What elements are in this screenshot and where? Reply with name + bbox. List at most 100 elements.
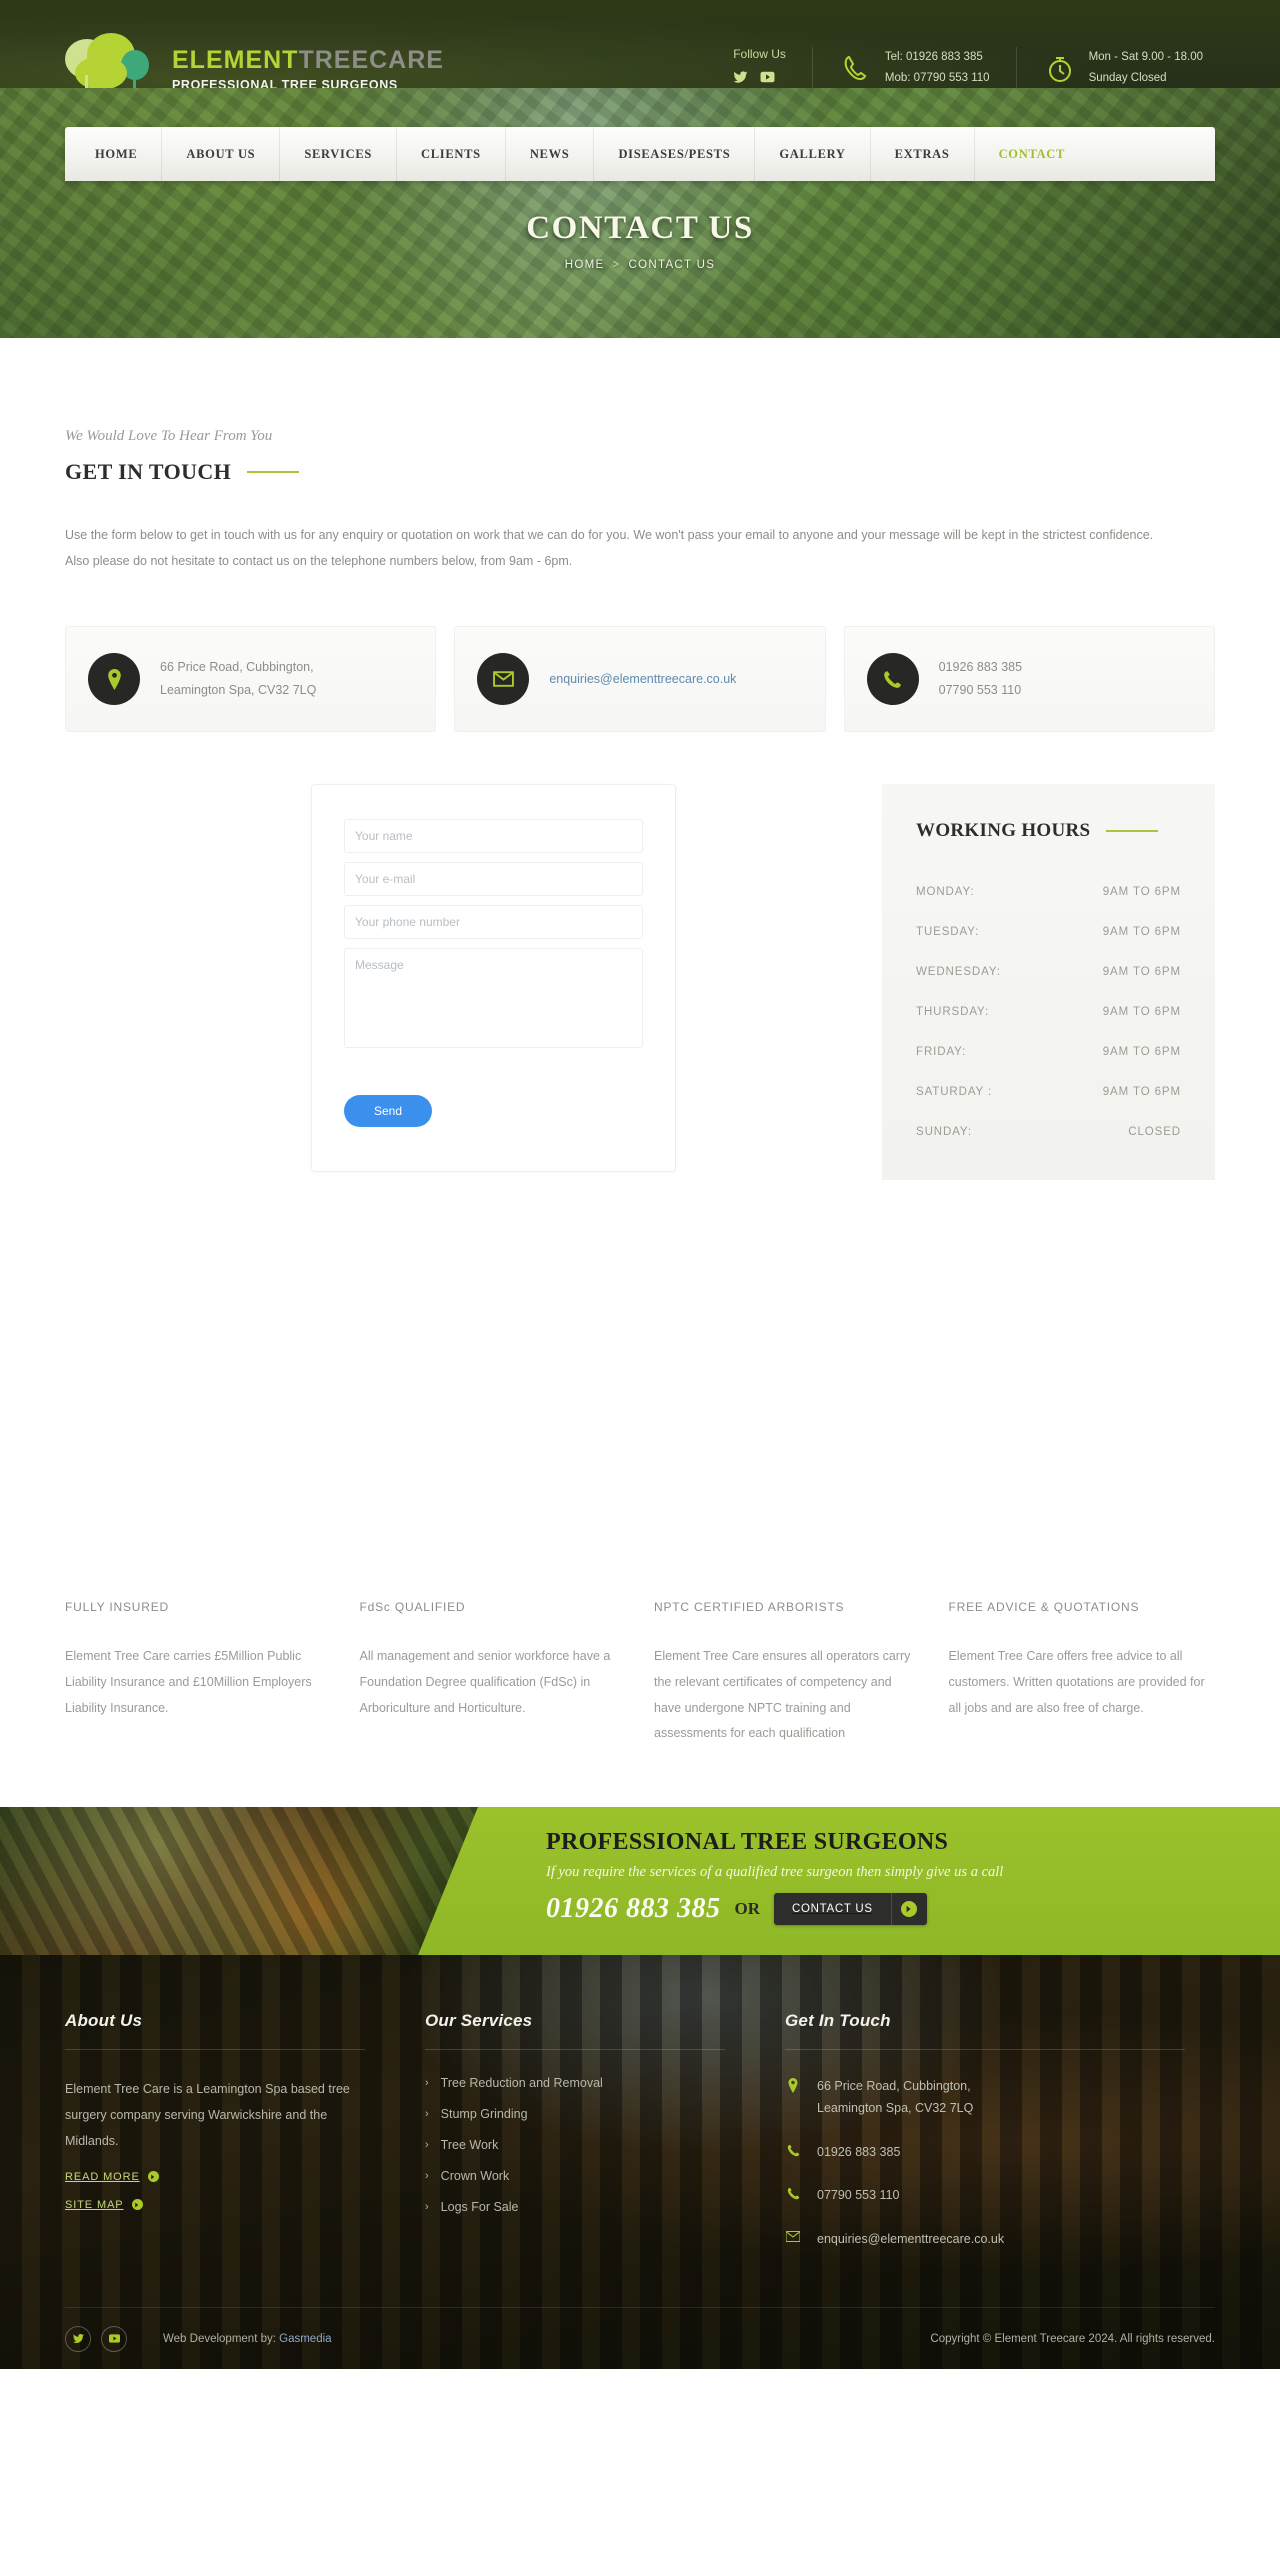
feature-3: NPTC CERTIFIED ARBORISTS Element Tree Car…	[654, 1600, 921, 1747]
header-hours-weekday: Mon - Sat 9.00 - 18.00	[1088, 51, 1203, 64]
contact-info-box-1: 66 Price Road, Cubbington, Leamington Spa…	[65, 626, 437, 733]
feature-body: Element Tree Care offers free advice to …	[948, 1649, 1205, 1715]
message-input[interactable]	[344, 948, 644, 1049]
info-line-1: 01926 883 385	[938, 660, 1023, 675]
footer-services-title: Our Services	[425, 2010, 533, 2030]
breadcrumb-separator: >	[612, 259, 621, 271]
footer-phone-2[interactable]: 07790 553 110	[785, 2185, 1185, 2207]
page-title: CONTACT US	[526, 210, 754, 246]
working-hours-day: SUNDAY:	[916, 1126, 972, 1139]
form-and-hours: Send WORKING HOURS MONDAY:9AM TO 6PMTUES…	[65, 784, 1215, 1181]
footer-services-column: Our Services › Tree Reduction and Removal…	[425, 2011, 725, 2273]
working-hours-day: WEDNESDAY:	[916, 966, 1001, 979]
footer-bottom-bar: Web Development by: Gasmedia Copyright ©…	[65, 2307, 1215, 2369]
arrow-right-icon	[131, 2199, 143, 2210]
working-hours-rule	[1106, 830, 1159, 833]
clock-icon	[1043, 51, 1077, 85]
working-hours-title: WORKING HOURS	[916, 820, 1091, 842]
footer-service-item[interactable]: › Logs For Sale	[425, 2200, 725, 2214]
footer-service-label: Tree Work	[440, 2137, 499, 2152]
footer-email[interactable]: enquiries@elementtreecare.co.uk	[785, 2229, 1185, 2251]
working-hours-time: 9AM TO 6PM	[1102, 1046, 1181, 1059]
nav-item-diseases-pests[interactable]: DISEASES/PESTS	[594, 127, 756, 181]
header-mob: Mob: 07790 553 110	[884, 71, 990, 84]
phone-icon	[866, 653, 919, 706]
header-hours-sunday: Sunday Closed	[1088, 71, 1167, 84]
twitter-icon[interactable]	[733, 70, 748, 89]
footer-service-item[interactable]: › Stump Grinding	[425, 2107, 725, 2121]
section-heading: GET IN TOUCH	[65, 459, 232, 484]
cta-contact-button[interactable]: CONTACT US	[774, 1892, 927, 1925]
site-map-link[interactable]: SITE MAP	[65, 2199, 365, 2211]
send-button[interactable]: Send	[344, 1095, 433, 1128]
footer-service-item[interactable]: › Crown Work	[425, 2169, 725, 2183]
footer-service-item[interactable]: › Tree Reduction and Removal	[425, 2076, 725, 2090]
feature-title: FdSc QUALIFIED	[359, 1600, 466, 1615]
nav-item-about-us[interactable]: ABOUT US	[162, 127, 281, 181]
footer-service-label: Stump Grinding	[440, 2106, 528, 2121]
breadcrumb: HOME > CONTACT US	[0, 259, 1280, 271]
main-content: We Would Love To Hear From You GET IN TO…	[0, 338, 1280, 1807]
working-hours-time: 9AM TO 6PM	[1102, 966, 1181, 979]
follow-us-label: Follow Us	[733, 46, 786, 61]
web-development-credit: Web Development by: Gasmedia	[163, 2333, 332, 2345]
phone-input[interactable]	[344, 905, 644, 940]
map-pin-icon	[88, 653, 140, 706]
feature-4: FREE ADVICE & QUOTATIONS Element Tree Car…	[949, 1600, 1216, 1747]
footer-service-label: Crown Work	[440, 2168, 510, 2183]
chevron-right-icon: ›	[425, 2169, 429, 2182]
chevron-right-icon: ›	[425, 2138, 429, 2151]
follow-us-block: Follow Us	[707, 47, 812, 89]
footer-phone-1[interactable]: 01926 883 385	[785, 2142, 1185, 2164]
nav-item-news[interactable]: NEWS	[506, 127, 595, 181]
nav-item-contact[interactable]: CONTACT	[975, 127, 1089, 181]
footer-service-item[interactable]: › Tree Work	[425, 2138, 725, 2152]
feature-body: Element Tree Care carries £5Million Publ…	[65, 1649, 312, 1715]
feature-body: Element Tree Care ensures all operators …	[654, 1649, 911, 1741]
nav-item-services[interactable]: SERVICES	[280, 127, 398, 181]
main-navigation[interactable]: HOME ABOUT US SERVICES CLIENTS NEWS DISEASES/…	[65, 127, 1215, 181]
nav-item-extras[interactable]: EXTRAS	[871, 127, 975, 181]
intro-paragraph: Use the form below to get in touch with …	[65, 528, 1154, 568]
email-link[interactable]: enquiries@elementtreecare.co.uk	[549, 672, 736, 686]
cta-or-label: OR	[734, 1898, 761, 1918]
twitter-icon[interactable]	[65, 2325, 91, 2352]
youtube-icon[interactable]	[760, 70, 775, 89]
footer-phone-1-value: 01926 883 385	[817, 2144, 901, 2159]
envelope-icon	[477, 653, 530, 706]
info-line-2: 07790 553 110	[938, 683, 1022, 698]
breadcrumb-home[interactable]: HOME	[565, 259, 605, 271]
logo-brand-first: ELEMENT	[172, 45, 299, 74]
email-input[interactable]	[344, 862, 644, 897]
contact-info-text: 01926 883 385 07790 553 110	[939, 656, 1022, 702]
web-development-name[interactable]: Gasmedia	[279, 2333, 331, 2345]
read-more-link[interactable]: READ MORE	[65, 2171, 365, 2183]
footer-address-line2: Leamington Spa, CV32 7LQ	[817, 2100, 974, 2115]
working-hours-row: WEDNESDAY: 9AM TO 6PM	[916, 966, 1181, 978]
header-tel: Tel: 01926 883 385	[884, 51, 983, 64]
footer-address: 66 Price Road, Cubbington, Leamington Sp…	[785, 2076, 1185, 2120]
section-eyebrow: We Would Love To Hear From You	[65, 428, 273, 444]
info-line-1: 66 Price Road, Cubbington,	[160, 660, 314, 675]
footer-social	[65, 2325, 127, 2352]
working-hours-row: SUNDAY: CLOSED	[916, 1126, 1181, 1138]
name-input[interactable]	[344, 819, 644, 854]
working-hours-row: SATURDAY : 9AM TO 6PM	[916, 1086, 1181, 1098]
contact-info-row: 66 Price Road, Cubbington, Leamington Spa…	[65, 626, 1215, 733]
logo-brand-second: TREECARE	[298, 45, 444, 74]
youtube-icon[interactable]	[101, 2325, 127, 2352]
working-hours-panel: WORKING HOURS MONDAY: 9AM TO 6PM TUESDAY: 9…	[882, 784, 1215, 1181]
nav-item-clients[interactable]: CLIENTS	[397, 127, 506, 181]
working-hours-day: THURSDAY:	[916, 1006, 990, 1019]
contact-info-text: 66 Price Road, Cubbington, Leamington Spa…	[160, 656, 316, 702]
footer-divider	[65, 2048, 365, 2050]
nav-item-gallery[interactable]: GALLERY	[755, 127, 871, 181]
arrow-right-icon	[147, 2171, 159, 2182]
heading-rule	[247, 471, 300, 473]
contact-form[interactable]: Send	[311, 784, 677, 1173]
footer-contact-title: Get In Touch	[785, 2010, 891, 2030]
working-hours-day: MONDAY:	[916, 886, 975, 899]
page: ELEMENTTREECARE PROFESSIONAL TREE SURGEO…	[0, 0, 1280, 2370]
feature-title: NPTC CERTIFIED ARBORISTS	[654, 1600, 845, 1615]
nav-item-home[interactable]: HOME	[71, 127, 163, 181]
